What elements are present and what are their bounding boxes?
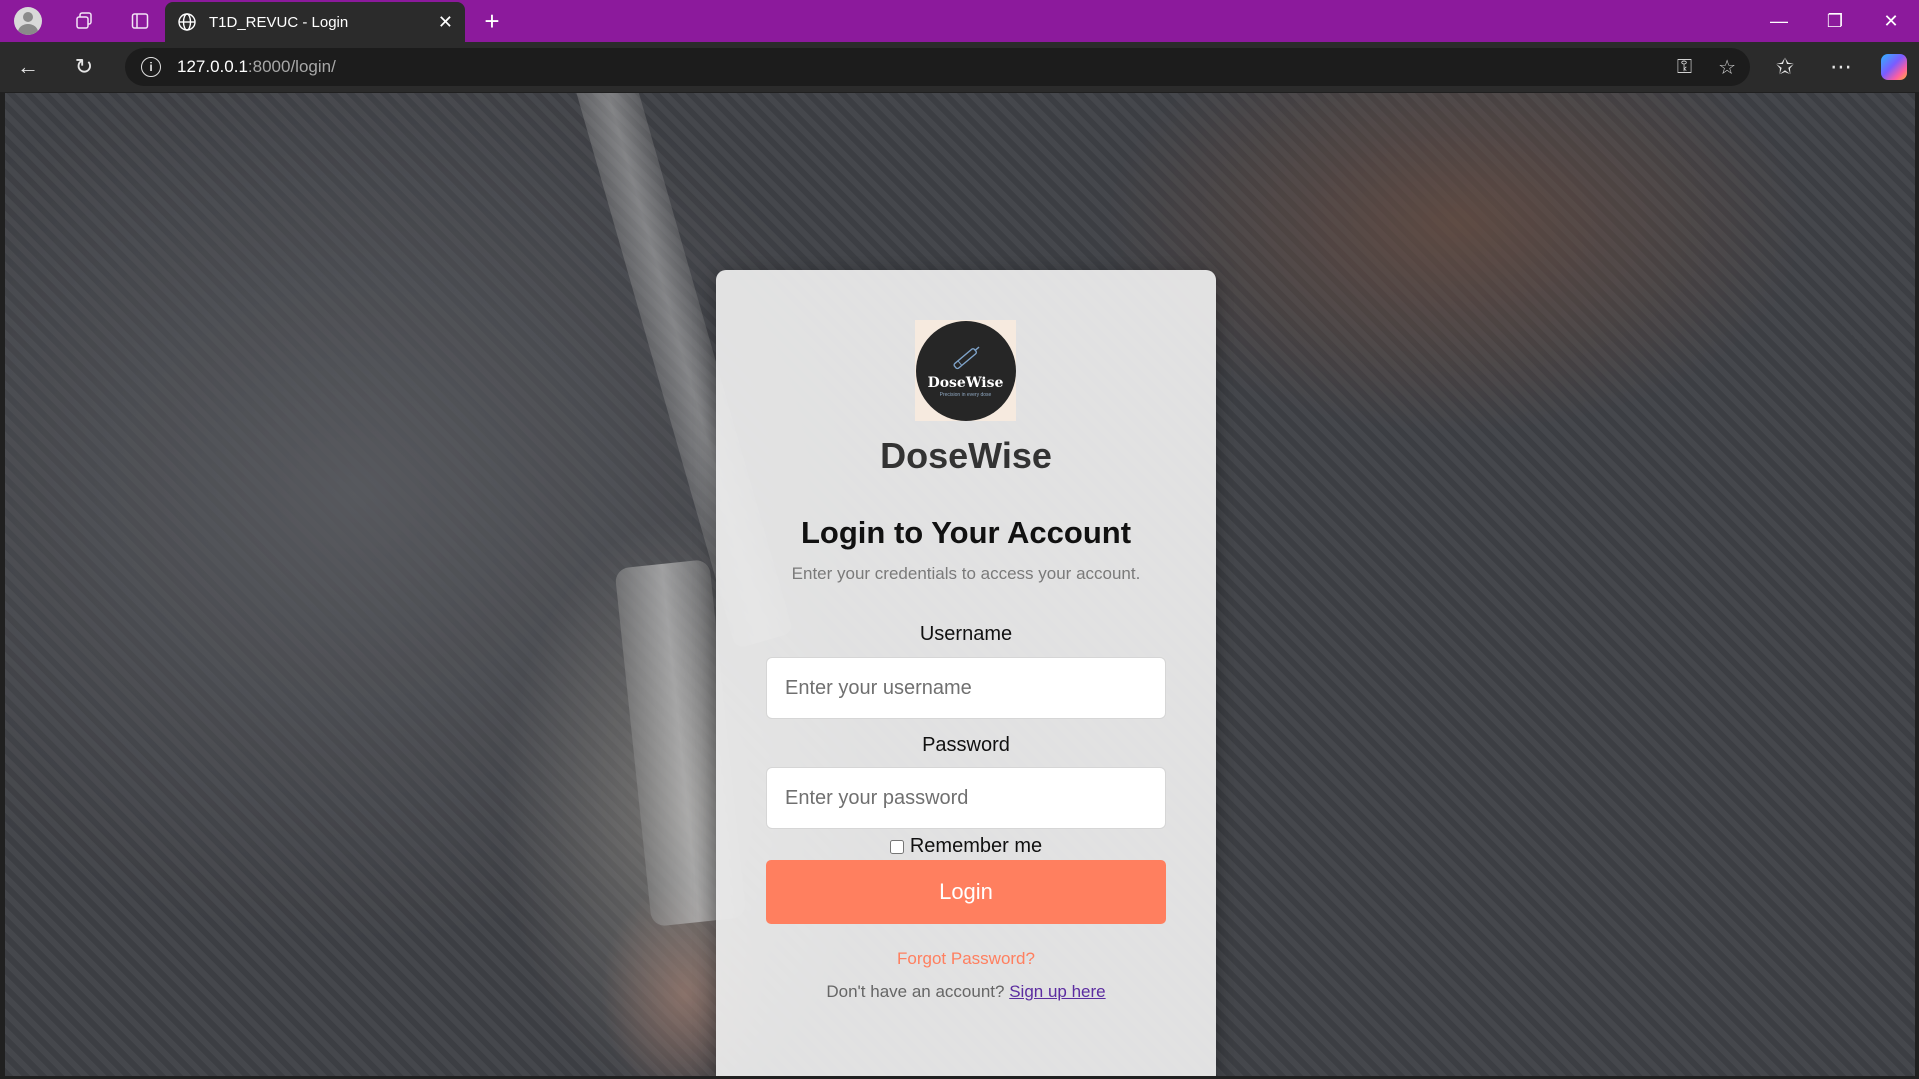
login-card: DoseWise Precision in every dose DoseWis… [716,270,1216,1076]
favorite-star-icon[interactable]: ☆ [1718,55,1736,80]
tab-title: T1D_REVUC - Login [209,13,349,31]
address-bar[interactable]: i 127.0.0.1:8000/login/ ⚿ ☆ [125,48,1750,86]
close-window-button[interactable]: ✕ [1863,0,1919,42]
new-tab-button[interactable]: + [475,4,509,38]
copilot-icon[interactable] [1881,54,1907,80]
title-bar: T1D_REVUC - Login ✕ + — ❐ ✕ [0,0,1919,42]
login-button[interactable]: Login [766,860,1166,924]
url-host: 127.0.0.1 [177,57,248,76]
forgot-password-link[interactable]: Forgot Password? [716,949,1216,969]
plus-icon: + [484,5,500,36]
refresh-button[interactable]: ↻ [56,42,112,92]
more-menu-button[interactable]: ⋯ [1813,42,1869,92]
username-input[interactable] [766,657,1166,719]
navigation-bar: ← ↻ i 127.0.0.1:8000/login/ ⚿ ☆ ✩ ⋯ [0,42,1919,92]
minimize-icon: — [1770,10,1788,31]
signup-line: Don't have an account? Sign up here [716,982,1216,1002]
insulin-pen-icon [952,346,979,370]
profile-avatar-icon [14,7,42,35]
brand-title: DoseWise [880,435,1052,476]
signup-prompt: Don't have an account? [826,982,1005,1001]
remember-me-checkbox[interactable] [889,839,904,854]
password-input[interactable] [766,767,1166,829]
remember-me[interactable]: Remember me [716,835,1216,858]
remember-me-label: Remember me [909,835,1043,857]
back-arrow-icon: ← [17,54,39,79]
page-title: Login to Your Account [800,515,1132,550]
workspaces-icon [76,12,92,29]
globe-icon [178,13,196,31]
active-tab[interactable]: T1D_REVUC - Login ✕ [165,2,465,42]
minimize-button[interactable]: — [1751,0,1807,42]
logo-name: DoseWise [927,375,1004,391]
more-dots-icon: ⋯ [1830,54,1852,79]
profile-button[interactable] [0,0,56,42]
back-button[interactable]: ← [0,42,56,92]
logo-tagline: Precision in every dose [939,392,992,398]
logo-circle: DoseWise Precision in every dose [915,320,1016,421]
username-label: Username [919,623,1013,645]
password-key-icon[interactable]: ⚿ [1677,56,1692,79]
close-icon: ✕ [1883,10,1899,31]
tab-actions-icon [131,13,149,29]
favorites-icon: ✩ [1775,54,1795,79]
refresh-icon: ↻ [74,54,94,79]
url-path: :8000/login/ [247,57,336,76]
close-tab-icon[interactable]: ✕ [438,12,453,33]
page-background: DoseWise Precision in every dose DoseWis… [5,93,1915,1076]
vertical-tabs-button[interactable] [112,0,168,42]
signup-link[interactable]: Sign up here [1009,982,1105,1001]
page-subtitle: Enter your credentials to access your ac… [791,564,1141,583]
restore-icon: ❐ [1826,10,1844,31]
site-info-icon[interactable]: i [141,57,161,77]
workspaces-button[interactable] [56,0,112,42]
favorites-button[interactable]: ✩ [1757,42,1813,92]
logo: DoseWise Precision in every dose [915,320,1016,421]
password-label: Password [922,734,1010,756]
restore-button[interactable]: ❐ [1807,0,1863,42]
window-controls: — ❐ ✕ [1751,0,1919,42]
